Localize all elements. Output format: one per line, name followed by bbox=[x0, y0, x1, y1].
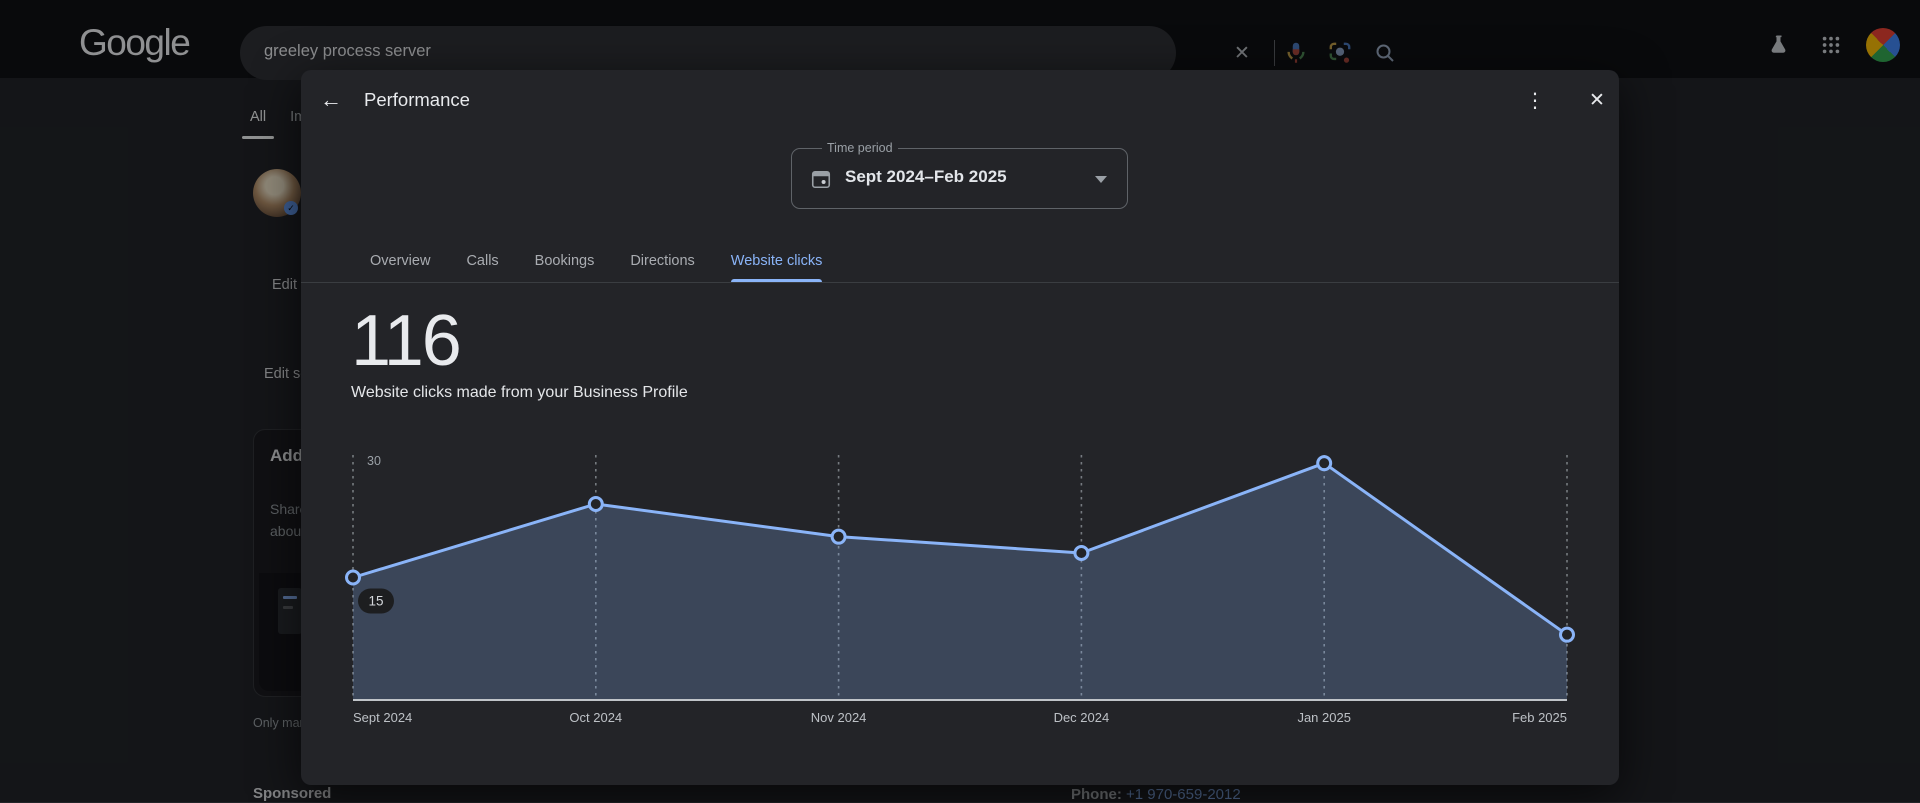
svg-text:Oct 2024: Oct 2024 bbox=[569, 710, 622, 725]
performance-tabs: Overview Calls Bookings Directions Websi… bbox=[301, 240, 1619, 283]
back-arrow-icon[interactable]: ← bbox=[315, 84, 347, 116]
calendar-icon bbox=[809, 167, 833, 196]
svg-text:15: 15 bbox=[368, 594, 383, 609]
svg-text:Feb 2025: Feb 2025 bbox=[1512, 710, 1567, 725]
svg-text:Sept 2024: Sept 2024 bbox=[353, 710, 412, 725]
time-period-select[interactable]: Time period Sept 2024–Feb 2025 bbox=[791, 148, 1128, 209]
tab-bookings[interactable]: Bookings bbox=[535, 253, 595, 282]
dialog-title: Performance bbox=[364, 89, 470, 111]
close-icon[interactable]: ✕ bbox=[1581, 84, 1613, 116]
tab-calls[interactable]: Calls bbox=[466, 253, 498, 282]
tab-website-clicks[interactable]: Website clicks bbox=[731, 253, 823, 282]
tab-directions[interactable]: Directions bbox=[630, 253, 694, 282]
metric-value: 116 bbox=[351, 300, 460, 382]
time-period-value: Sept 2024–Feb 2025 bbox=[845, 167, 1007, 187]
kebab-menu-icon[interactable]: ⋮ bbox=[1519, 84, 1551, 116]
svg-text:30: 30 bbox=[367, 454, 381, 468]
clicks-chart-svg: 30 Sept 2024 Oct 2024 Nov 2024 Dec 2024 Jan 2… bbox=[301, 445, 1619, 745]
performance-dialog: ← Performance ⋮ ✕ Time period Sept 2024–… bbox=[301, 70, 1619, 785]
svg-text:Dec 2024: Dec 2024 bbox=[1054, 710, 1110, 725]
svg-text:Jan 2025: Jan 2025 bbox=[1297, 710, 1351, 725]
clicks-chart[interactable]: 30 Sept 2024 Oct 2024 Nov 2024 Dec 2024 Jan 2… bbox=[301, 445, 1619, 745]
svg-text:Nov 2024: Nov 2024 bbox=[811, 710, 867, 725]
dropdown-caret-icon bbox=[1095, 176, 1107, 183]
time-period-label: Time period bbox=[822, 141, 898, 155]
tab-overview[interactable]: Overview bbox=[370, 253, 430, 282]
metric-description: Website clicks made from your Business P… bbox=[351, 384, 688, 402]
